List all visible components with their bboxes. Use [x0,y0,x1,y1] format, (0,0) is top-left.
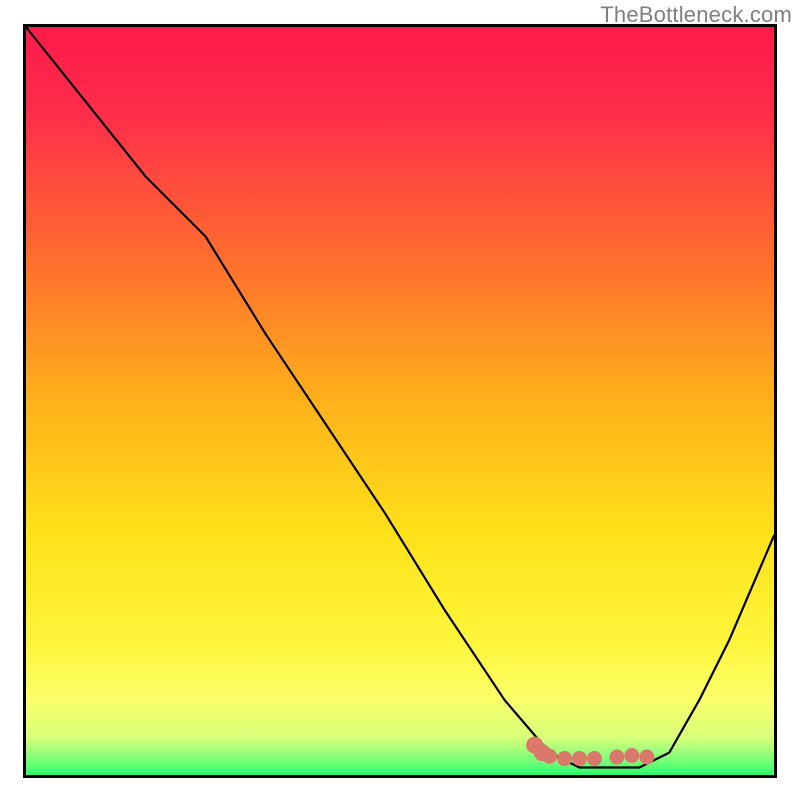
valley-marker [573,752,587,766]
chart-svg [26,27,774,775]
valley-marker [640,750,654,764]
valley-marker [587,752,601,766]
valley-marker [543,749,557,763]
valley-marker [558,752,572,766]
valley-marker [625,749,639,763]
plot-frame [23,24,777,778]
gradient-background [26,27,774,775]
chart-container: TheBottleneck.com [0,0,800,800]
valley-marker [610,750,624,764]
